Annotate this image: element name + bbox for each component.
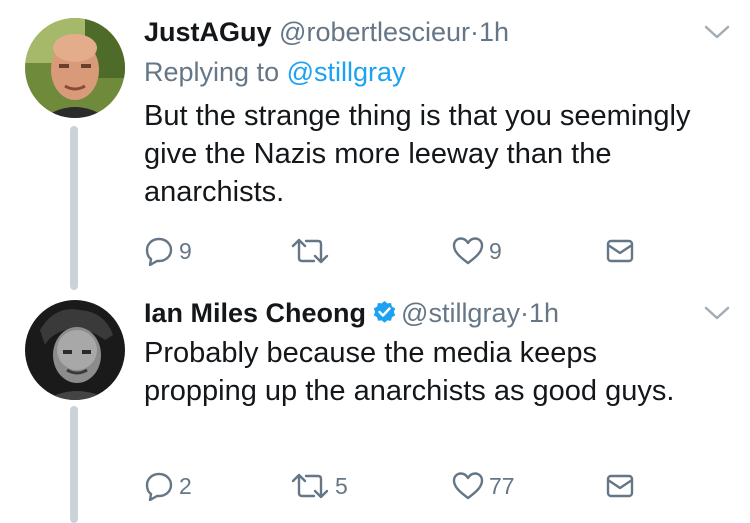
retweet-icon [291, 238, 329, 264]
tweet-text: But the strange thing is that you seemin… [144, 100, 691, 208]
reply-icon [145, 237, 173, 266]
envelope-icon [606, 239, 634, 263]
envelope-icon [606, 474, 634, 498]
like-count: 9 [489, 237, 502, 264]
display-name[interactable]: JustAGuy [144, 17, 272, 47]
heart-icon [452, 472, 484, 500]
tweet[interactable]: Ian Miles Cheong @stillgray·1h Probably … [0, 290, 750, 523]
handle[interactable]: @stillgray [401, 298, 520, 328]
reply-count: 2 [179, 472, 192, 499]
tweet-header: Ian Miles Cheong @stillgray·1h [144, 296, 559, 330]
reply-button[interactable]: 2 [144, 466, 192, 506]
replying-to: Replying to @stillgray [144, 55, 406, 89]
heart-icon [452, 237, 484, 265]
tweet-actions: 9 9 [144, 231, 644, 271]
chevron-down-icon[interactable] [704, 24, 730, 40]
separator: · [470, 17, 480, 47]
like-button[interactable]: 77 [452, 466, 515, 506]
thread-line [70, 126, 78, 290]
avatar[interactable] [25, 300, 125, 400]
tweet-actions: 2 5 77 [144, 466, 644, 506]
avatar[interactable] [25, 18, 125, 118]
like-button[interactable]: 9 [452, 231, 502, 271]
verified-badge-icon [373, 301, 396, 323]
reply-count: 9 [179, 237, 192, 264]
direct-message-button[interactable] [606, 231, 634, 271]
retweet-count: 5 [335, 472, 348, 499]
replying-to-link[interactable]: @stillgray [287, 57, 406, 87]
reply-icon [145, 472, 173, 501]
retweet-icon [291, 473, 329, 499]
reply-button[interactable]: 9 [144, 231, 192, 271]
retweet-button[interactable]: 5 [290, 466, 348, 506]
display-name[interactable]: Ian Miles Cheong [144, 298, 366, 328]
replying-prefix: Replying to [144, 57, 280, 87]
direct-message-button[interactable] [606, 466, 634, 506]
thread-line [70, 406, 78, 523]
chevron-down-icon[interactable] [704, 305, 730, 321]
handle[interactable]: @robertlescieur [279, 17, 470, 47]
like-count: 77 [489, 472, 515, 499]
retweet-button[interactable] [290, 231, 335, 271]
timestamp[interactable]: 1h [529, 298, 559, 328]
tweet-header: JustAGuy @robertlescieur·1h [144, 15, 509, 49]
timestamp[interactable]: 1h [479, 17, 509, 47]
tweet-text: Probably because the media keeps proppin… [144, 337, 675, 407]
separator: · [519, 298, 529, 328]
tweet[interactable]: JustAGuy @robertlescieur·1h Replying to … [0, 0, 750, 290]
